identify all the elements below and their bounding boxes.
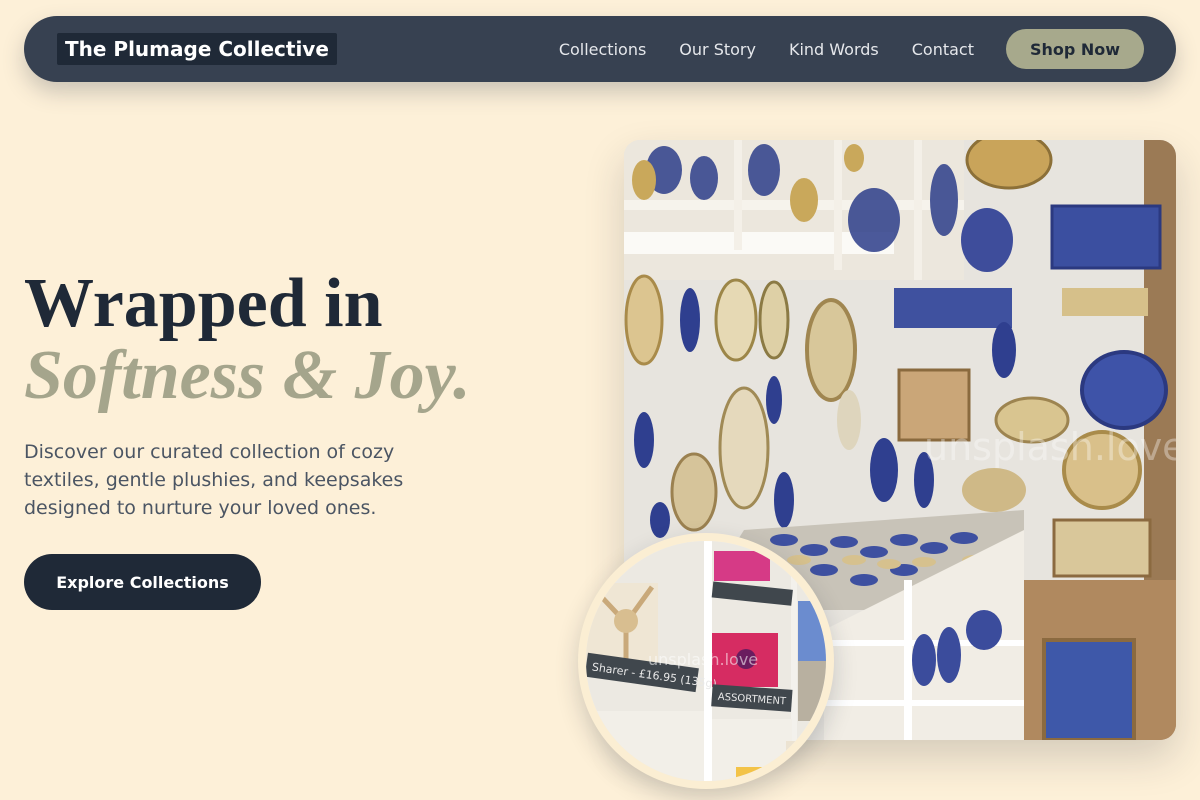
inset-image-watermark: unsplash.love: [648, 650, 758, 669]
hero-headline: Wrapped in Softness & Joy.: [24, 268, 471, 412]
nav-links: Collections Our Story Kind Words Contact: [559, 40, 974, 59]
hero-description: Discover our curated collection of cozy …: [24, 441, 404, 519]
headline-line-2: Softness & Joy.: [24, 337, 471, 414]
top-navbar: The Plumage Collective Collections Our S…: [24, 16, 1176, 82]
nav-link-collections[interactable]: Collections: [559, 40, 646, 59]
main-image-watermark: unsplash.love: [924, 425, 1176, 469]
headline-line-1: Wrapped in: [24, 265, 383, 342]
nav-link-contact[interactable]: Contact: [912, 40, 974, 59]
shop-now-button[interactable]: Shop Now: [1006, 29, 1144, 69]
brand-logo[interactable]: The Plumage Collective: [57, 33, 337, 65]
nav-link-our-story[interactable]: Our Story: [679, 40, 756, 59]
gift-boxes-shelf-photo: Sharer - £16.95 (135g) ASSORTMENT unspla…: [578, 533, 834, 789]
nav-link-kind-words[interactable]: Kind Words: [789, 40, 879, 59]
explore-collections-button[interactable]: Explore Collections: [24, 554, 261, 610]
